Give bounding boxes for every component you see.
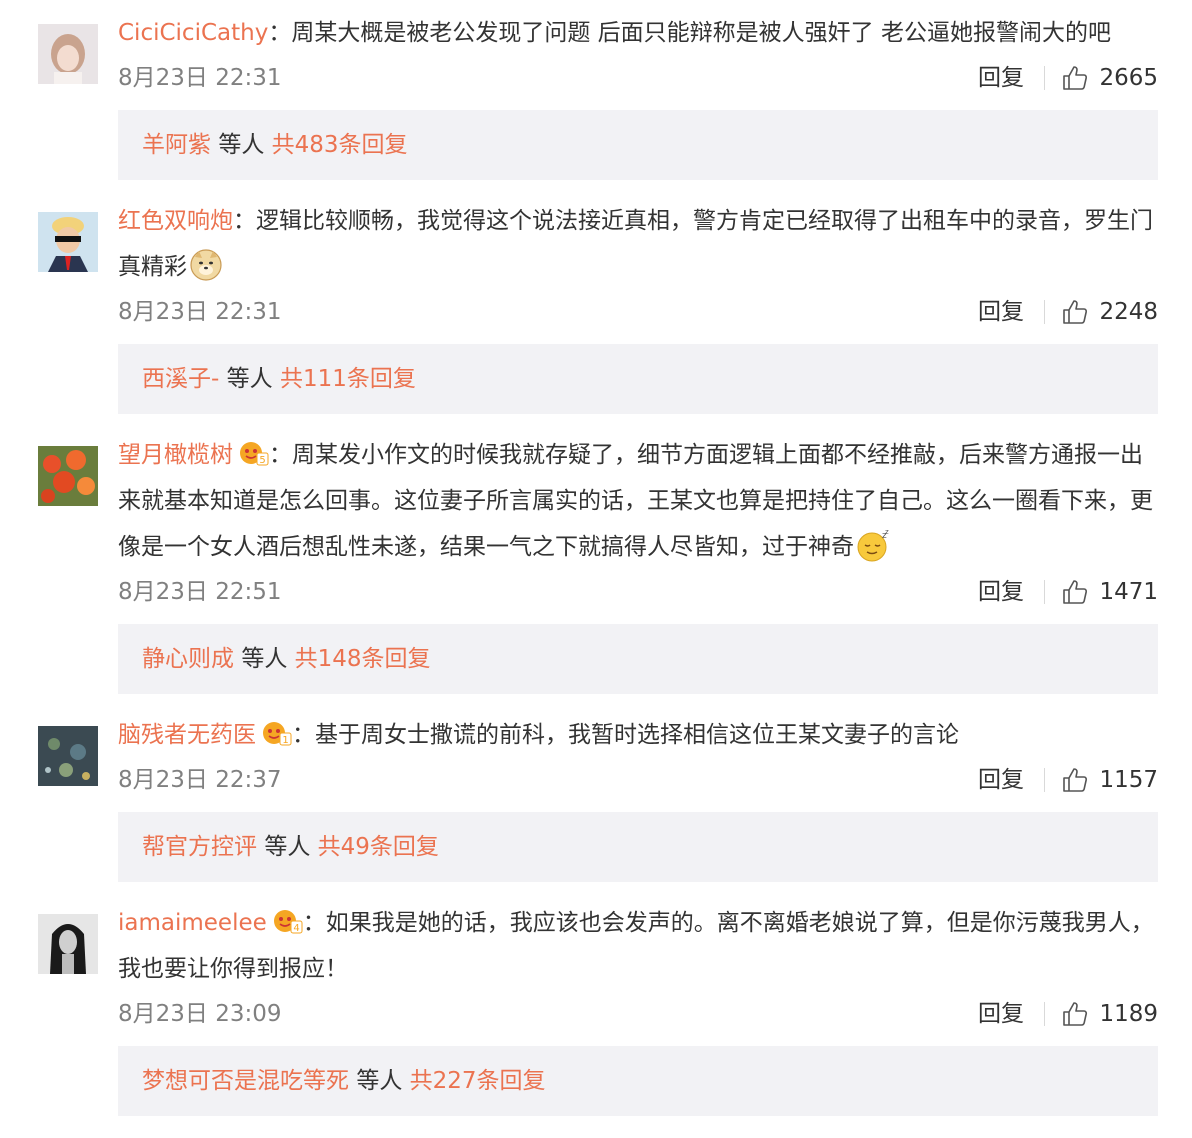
comment-time: 8月23日 22:31 [118, 65, 282, 91]
sub-reply-middle: 等人 [226, 366, 273, 392]
comment-time: 8月23日 22:31 [118, 299, 282, 325]
reply-button[interactable]: 回复 [978, 994, 1024, 1034]
comment-time: 8月23日 22:37 [118, 767, 282, 793]
like-count: 1189 [1099, 1001, 1158, 1027]
comment-meta: 8月23日 22:51 回复 1471 [118, 572, 1158, 612]
sub-reply-summary[interactable]: 羊阿紫 等人 共483条回复 [118, 110, 1158, 180]
comment-username[interactable]: 脑残者无药医 [118, 722, 256, 748]
sub-reply-summary[interactable]: 帮官方控评 等人 共49条回复 [118, 812, 1158, 882]
sub-reply-total[interactable]: 共49条回复 [318, 834, 439, 860]
comment-meta: 8月23日 22:31 回复 2248 [118, 292, 1158, 332]
comment-text: iamaimeelee 4 ：如果我是她的话，我应该也会发声的。离不离婚老娘说了算，… [118, 900, 1158, 992]
colon: ： [233, 208, 256, 234]
comment-text: 红色双响炮：逻辑比较顺畅，我觉得这个说法接近真相，警方肯定已经取得了出租车中的录… [118, 198, 1158, 290]
sub-reply-summary[interactable]: 梦想可否是混吃等死 等人 共227条回复 [118, 1046, 1158, 1116]
like-button[interactable]: 1471 [1061, 572, 1158, 612]
sub-reply-summary[interactable]: 静心则成 等人 共148条回复 [118, 624, 1158, 694]
sleepy-emoji: zz [857, 528, 889, 562]
sub-reply-total[interactable]: 共111条回复 [280, 366, 416, 392]
vip-fan-badge-icon: 1 [263, 722, 292, 746]
colon: ： [302, 910, 326, 936]
divider [1044, 580, 1045, 604]
sub-reply-user[interactable]: 西溪子- [142, 366, 219, 392]
thumbs-up-icon [1063, 300, 1088, 324]
reply-button[interactable]: 回复 [978, 292, 1024, 332]
reply-button[interactable]: 回复 [978, 58, 1024, 98]
thumbs-up-icon [1063, 768, 1088, 792]
svg-text:4: 4 [293, 923, 299, 934]
user-avatar[interactable] [38, 24, 98, 84]
sub-reply-middle: 等人 [218, 132, 265, 158]
user-avatar[interactable] [38, 914, 98, 974]
comment-username[interactable]: 望月橄榄树 [118, 442, 233, 468]
sub-reply-user[interactable]: 静心则成 [142, 646, 234, 672]
divider [1044, 300, 1045, 324]
like-count: 1157 [1099, 767, 1158, 793]
comment-meta: 8月23日 23:09 回复 1189 [118, 994, 1158, 1034]
comment-username[interactable]: iamaimeelee [118, 910, 267, 936]
like-button[interactable]: 2248 [1061, 292, 1158, 332]
comment-time: 8月23日 23:09 [118, 1001, 282, 1027]
svg-text:z: z [885, 528, 889, 536]
divider [1044, 768, 1045, 792]
like-button[interactable]: 1189 [1061, 994, 1158, 1034]
colon: ： [269, 442, 292, 468]
comment-username[interactable]: 红色双响炮 [118, 208, 233, 234]
vip-fan-badge-icon: 4 [273, 910, 303, 934]
sub-reply-user[interactable]: 羊阿紫 [142, 132, 211, 158]
sub-reply-total[interactable]: 共227条回复 [410, 1068, 546, 1094]
svg-text:5: 5 [259, 455, 265, 466]
comment-content: 基于周女士撒谎的前科，我暂时选择相信这位王某文妻子的言论 [315, 722, 959, 748]
like-button[interactable]: 1157 [1061, 760, 1158, 800]
doge-emoji [190, 249, 222, 281]
comment-meta: 8月23日 22:31 回复 2665 [118, 58, 1158, 98]
sub-reply-total[interactable]: 共148条回复 [295, 646, 431, 672]
divider [1044, 66, 1045, 90]
comment-content: 周某大概是被老公发现了问题 后面只能辩称是被人强奸了 老公逼她报警闹大的吧 [291, 20, 1111, 46]
user-avatar[interactable] [38, 212, 98, 272]
comment-meta: 8月23日 22:37 回复 1157 [118, 760, 1158, 800]
like-count: 1471 [1099, 579, 1158, 605]
vip-fan-badge-icon: 5 [240, 442, 269, 466]
reply-button[interactable]: 回复 [978, 760, 1024, 800]
user-avatar[interactable] [38, 446, 98, 506]
sub-reply-middle: 等人 [264, 834, 311, 860]
like-button[interactable]: 2665 [1061, 58, 1158, 98]
sub-reply-middle: 等人 [356, 1068, 403, 1094]
comment-username[interactable]: CiciCiciCathy [118, 20, 268, 46]
svg-text:1: 1 [282, 735, 288, 746]
sub-reply-total[interactable]: 共483条回复 [272, 132, 408, 158]
thumbs-up-icon [1063, 1002, 1088, 1026]
comment-text: CiciCiciCathy：周某大概是被老公发现了问题 后面只能辩称是被人强奸了… [118, 10, 1158, 56]
reply-button[interactable]: 回复 [978, 572, 1024, 612]
colon: ： [268, 20, 292, 46]
divider [1044, 1002, 1045, 1026]
like-count: 2665 [1099, 65, 1158, 91]
comment-content: 逻辑比较顺畅，我觉得这个说法接近真相，警方肯定已经取得了出租车中的录音，罗生门真… [118, 208, 1153, 280]
sub-reply-summary[interactable]: 西溪子- 等人 共111条回复 [118, 344, 1158, 414]
comment-time: 8月23日 22:51 [118, 579, 282, 605]
sub-reply-middle: 等人 [241, 646, 288, 672]
user-avatar[interactable] [38, 726, 98, 786]
thumbs-up-icon [1063, 580, 1088, 604]
colon: ： [292, 722, 315, 748]
comment-text: 脑残者无药医 1 ：基于周女士撒谎的前科，我暂时选择相信这位王某文妻子的言论 [118, 712, 1158, 758]
comment-text: 望月橄榄树 5 ：周某发小作文的时候我就存疑了，细节方面逻辑上面都不经推敲，后来警方… [118, 432, 1158, 570]
sub-reply-user[interactable]: 梦想可否是混吃等死 [142, 1068, 349, 1094]
thumbs-up-icon [1063, 66, 1088, 90]
like-count: 2248 [1099, 299, 1158, 325]
sub-reply-user[interactable]: 帮官方控评 [142, 834, 257, 860]
